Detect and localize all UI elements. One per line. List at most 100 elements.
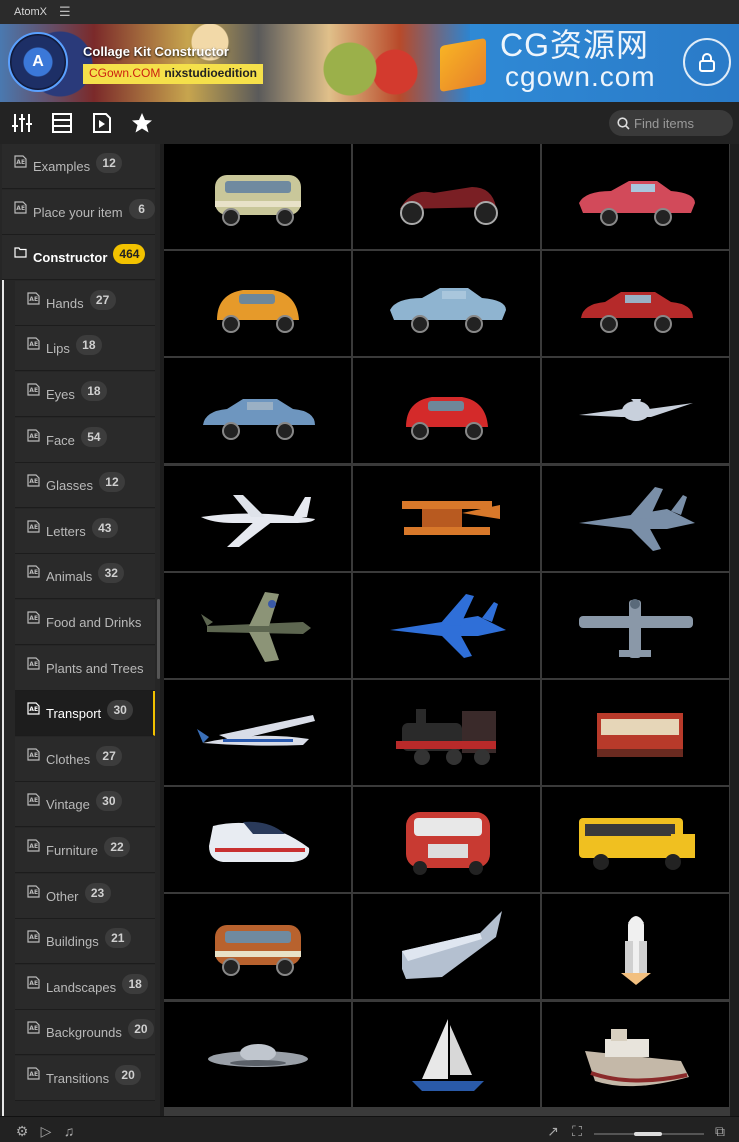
sidebar-item-backgrounds[interactable]: AE Backgrounds 20 [15, 1010, 155, 1055]
sidebar-item-examples[interactable]: AE Examples 12 [2, 144, 155, 189]
grid-item-blue-classic-car[interactable] [353, 251, 540, 356]
grid-item-blue-coupe[interactable] [164, 358, 351, 463]
sidebar-item-plants-and-trees[interactable]: AE Plants and Trees [15, 646, 155, 691]
count-badge: 22 [104, 837, 131, 857]
count-badge: 18 [122, 974, 149, 994]
group-indicator [2, 236, 4, 1116]
lock-icon[interactable] [683, 38, 731, 86]
grid-item-vintage-roadster[interactable] [353, 144, 540, 249]
count-badge: 464 [113, 244, 146, 264]
sidebar-item-label: Plants and Trees [46, 660, 144, 676]
count-badge: 27 [96, 746, 123, 766]
ae-file-icon: AE [27, 1066, 40, 1080]
list-icon[interactable] [42, 102, 82, 144]
sliders-icon[interactable] [2, 102, 42, 144]
blue-classic-car-image [389, 287, 506, 333]
sidebar-item-label: Letters [46, 523, 86, 539]
grid-item-red-bus[interactable] [353, 787, 540, 892]
search-box[interactable] [609, 110, 733, 136]
sidebar-item-face[interactable]: AE Face 54 [15, 418, 155, 463]
watermark-logo-icon [440, 37, 486, 93]
school-bus-image [578, 817, 695, 870]
grid-item-pink-cadillac[interactable] [542, 144, 729, 249]
sidebar-item-transport[interactable]: AE Transport 30 [15, 691, 155, 736]
banner-tag: CGown.COM nixstudioedition [83, 64, 264, 84]
sidebar-item-place-your-item[interactable]: AE Place your item 6 [2, 190, 155, 235]
grid-item-white-airliner[interactable] [164, 466, 351, 571]
sidebar-item-eyes[interactable]: AE Eyes 18 [15, 372, 155, 417]
star-icon[interactable] [122, 102, 162, 144]
svg-text:AE: AE [29, 341, 38, 348]
grid-item-blue-fighter-jet[interactable] [353, 573, 540, 678]
sidebar-item-transitions[interactable]: AE Transitions 20 [15, 1056, 155, 1101]
hamburger-icon[interactable]: ☰ [59, 4, 71, 20]
grid-item-orange-biplane[interactable] [353, 466, 540, 571]
grid-item-airliner-front[interactable] [542, 358, 729, 463]
sidebar-item-clothes[interactable]: AE Clothes 27 [15, 737, 155, 782]
sidebar-item-buildings[interactable]: AE Buildings 21 [15, 919, 155, 964]
grid-item-old-boat[interactable] [542, 1002, 729, 1107]
svg-text:AE: AE [29, 706, 38, 713]
ae-file-icon: AE [27, 291, 40, 305]
zoom-slider-knob[interactable] [634, 1132, 662, 1136]
spitfire-image [200, 591, 311, 662]
blue-fighter-jet-image [389, 593, 506, 658]
sidebar-item-vintage[interactable]: AE Vintage 30 [15, 782, 155, 827]
steam-locomotive-image [395, 708, 496, 765]
sidebar-item-label: Transport [46, 705, 102, 721]
grid-item-grey-prop-plane[interactable] [542, 573, 729, 678]
sidebar-item-label: Hands [46, 295, 84, 311]
red-bus-image [405, 811, 490, 875]
music-icon[interactable]: ♫ [61, 1123, 77, 1139]
grid-item-sailboat[interactable] [353, 1002, 540, 1107]
grid-item-space-shuttle[interactable] [542, 894, 729, 999]
sidebar-item-other[interactable]: AE Other 23 [15, 874, 155, 919]
sidebar-item-food-and-drinks[interactable]: AE Food and Drinks [15, 600, 155, 645]
grid-item-cessna[interactable] [164, 680, 351, 785]
count-badge: 18 [75, 335, 102, 355]
play-icon[interactable]: ▷ [38, 1123, 54, 1139]
grid-item-red-mustang[interactable] [542, 251, 729, 356]
grey-fighter-jet-image [578, 486, 695, 551]
grid-item-vw-van-cream[interactable] [164, 144, 351, 249]
ae-file-icon: AE [27, 473, 40, 487]
sidebar-item-animals[interactable]: AE Animals 32 [15, 554, 155, 599]
sidebar-item-hands[interactable]: AE Hands 27 [15, 281, 155, 326]
sidebar-item-glasses[interactable]: AE Glasses 12 [15, 463, 155, 508]
sidebar-item-label: Vintage [46, 796, 90, 812]
sidebar-item-constructor[interactable]: Constructor 464 [2, 235, 155, 280]
grid-item-red-fiat[interactable] [353, 358, 540, 463]
sidebar-item-landscapes[interactable]: AE Landscapes 18 [15, 965, 155, 1010]
search-input[interactable] [634, 115, 726, 131]
grid-item-school-bus[interactable] [542, 787, 729, 892]
ae-file-icon: AE [27, 610, 40, 624]
grid-item-orange-fiat[interactable] [164, 251, 351, 356]
count-badge: 27 [89, 290, 116, 310]
svg-text:AE: AE [29, 797, 38, 804]
sidebar-item-lips[interactable]: AE Lips 18 [15, 326, 155, 371]
grid-item-high-speed-train[interactable] [164, 787, 351, 892]
count-badge: 18 [80, 381, 107, 401]
play-file-icon[interactable] [82, 102, 122, 144]
grid-item-spitfire[interactable] [164, 573, 351, 678]
sailboat-image [411, 1018, 484, 1091]
zoom-slider[interactable] [594, 1132, 704, 1136]
sidebar-item-letters[interactable]: AE Letters 43 [15, 509, 155, 554]
expand-icon[interactable]: ↗ [545, 1123, 561, 1139]
grid-item-flying-saucer[interactable] [164, 1002, 351, 1107]
window-icon[interactable]: ⧉ [712, 1123, 728, 1139]
ae-file-icon: AE [27, 656, 40, 670]
sidebar-item-label: Buildings [46, 933, 99, 949]
sidebar-scrollbar[interactable] [157, 599, 160, 679]
vintage-roadster-image [399, 186, 498, 225]
fullscreen-icon[interactable]: ⛶ [569, 1123, 585, 1139]
settings-icon[interactable]: ⚙ [14, 1123, 30, 1139]
sidebar-item-furniture[interactable]: AE Furniture 22 [15, 828, 155, 873]
grid-item-steam-locomotive[interactable] [353, 680, 540, 785]
grid-item-tram[interactable] [542, 680, 729, 785]
grid-item-rusty-vw-van[interactable] [164, 894, 351, 999]
grid-item-aircraft-wing[interactable] [353, 894, 540, 999]
grid-item-grey-fighter-jet[interactable] [542, 466, 729, 571]
count-badge: 20 [115, 1065, 142, 1085]
atomx-logo[interactable]: A [8, 32, 68, 92]
